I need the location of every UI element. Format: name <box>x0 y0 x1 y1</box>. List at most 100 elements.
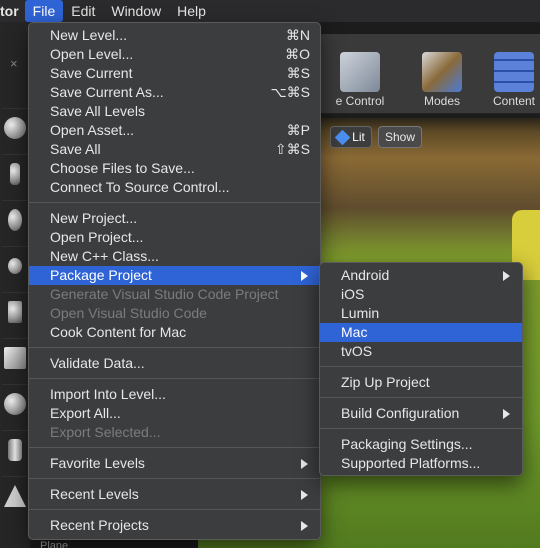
menu-item-connect-source-control[interactable]: Connect To Source Control... <box>29 178 320 197</box>
menu-item-recent-levels[interactable]: Recent Levels <box>29 485 320 504</box>
source-control-icon <box>340 52 380 92</box>
submenu-item-tvos[interactable]: tvOS <box>320 342 522 361</box>
submenu-item-supported-platforms[interactable]: Supported Platforms... <box>320 454 522 473</box>
menu-item-label: Connect To Source Control... <box>50 179 230 195</box>
mannequin-actor-icon[interactable] <box>2 154 28 192</box>
menu-item-label: Export All... <box>50 405 121 421</box>
window-menu-title[interactable]: Window <box>103 0 169 22</box>
menu-item-label: Save All Levels <box>50 103 145 119</box>
menu-bar: tor File Edit Window Help <box>0 0 540 22</box>
file-menu-title[interactable]: File <box>24 0 64 22</box>
submenu-item-lumin[interactable]: Lumin <box>320 304 522 323</box>
menu-item-label: New Level... <box>50 27 128 43</box>
submenu-arrow-icon <box>503 409 510 419</box>
shortcut: ⌥⌘S <box>270 84 310 100</box>
content-icon <box>494 52 534 92</box>
lit-cube-icon <box>334 129 351 145</box>
menu-item-label: Choose Files to Save... <box>50 160 195 176</box>
package-project-submenu: Android iOS Lumin Mac tvOS Zip Up Projec… <box>319 262 523 476</box>
cylinder-actor-icon[interactable] <box>2 430 28 468</box>
cone-actor-icon[interactable] <box>2 476 28 514</box>
submenu-item-ios[interactable]: iOS <box>320 285 522 304</box>
menu-item-open-asset[interactable]: Open Asset... ⌘P <box>29 121 320 140</box>
menu-item-open-project[interactable]: Open Project... <box>29 228 320 247</box>
submenu-item-build-configuration[interactable]: Build Configuration <box>320 404 522 423</box>
menu-item-package-project[interactable]: Package Project <box>29 266 320 285</box>
submenu-item-mac[interactable]: Mac <box>320 323 522 342</box>
menu-separator <box>320 366 522 367</box>
menu-item-label: Zip Up Project <box>341 374 430 390</box>
modes-button[interactable]: Modes <box>402 48 482 114</box>
menu-item-label: Packaging Settings... <box>341 436 473 452</box>
menu-item-label: Package Project <box>50 267 152 283</box>
player-start-icon[interactable] <box>2 292 28 330</box>
menu-separator <box>29 347 320 348</box>
menu-item-cook-content-mac[interactable]: Cook Content for Mac <box>29 323 320 342</box>
light-actor-icon[interactable] <box>2 246 28 284</box>
menu-item-save-current[interactable]: Save Current ⌘S <box>29 64 320 83</box>
menu-item-recent-projects[interactable]: Recent Projects <box>29 516 320 535</box>
menu-item-new-project[interactable]: New Project... <box>29 209 320 228</box>
show-button[interactable]: Show <box>378 126 422 148</box>
show-label: Show <box>384 130 416 144</box>
app-menu[interactable]: tor <box>0 0 25 22</box>
menu-item-export-selected: Export Selected... <box>29 423 320 442</box>
menu-separator <box>29 202 320 203</box>
close-tab-icon[interactable]: × <box>10 56 18 71</box>
content-button[interactable]: Content <box>484 48 540 114</box>
menu-item-save-all-levels[interactable]: Save All Levels <box>29 102 320 121</box>
source-control-label: e Control <box>335 94 385 108</box>
shortcut: ⇧⌘S <box>274 141 310 157</box>
shortcut: ⌘O <box>285 46 310 62</box>
menu-item-label: Export Selected... <box>50 424 161 440</box>
menu-item-label: Android <box>341 267 390 283</box>
menu-item-import-into-level[interactable]: Import Into Level... <box>29 385 320 404</box>
menu-item-label: Save Current As... <box>50 84 164 100</box>
menu-item-export-all[interactable]: Export All... <box>29 404 320 423</box>
menu-item-label: Open Asset... <box>50 122 135 138</box>
modes-label: Modes <box>423 94 461 108</box>
menu-item-label: Recent Projects <box>50 517 149 533</box>
modes-icon <box>422 52 462 92</box>
cube-actor-icon[interactable] <box>2 338 28 376</box>
menu-item-label: Mac <box>341 324 368 340</box>
plane-label: Plane <box>40 540 69 548</box>
menu-separator <box>29 509 320 510</box>
submenu-item-packaging-settings[interactable]: Packaging Settings... <box>320 435 522 454</box>
menu-item-label: Open Visual Studio Code <box>50 305 207 321</box>
sphere-shape-icon[interactable] <box>2 384 28 422</box>
lit-mode-button[interactable]: Lit <box>330 126 372 148</box>
pawn-actor-icon[interactable] <box>2 200 28 238</box>
shortcut: ⌘P <box>286 122 310 138</box>
menu-separator <box>29 478 320 479</box>
menu-item-label: Open Project... <box>50 229 144 245</box>
menu-separator <box>320 397 522 398</box>
menu-item-new-cpp-class[interactable]: New C++ Class... <box>29 247 320 266</box>
menu-item-save-all[interactable]: Save All ⇧⌘S <box>29 140 320 159</box>
submenu-item-android[interactable]: Android <box>320 266 522 285</box>
menu-item-favorite-levels[interactable]: Favorite Levels <box>29 454 320 473</box>
menu-item-choose-files-to-save[interactable]: Choose Files to Save... <box>29 159 320 178</box>
menu-item-label: Lumin <box>341 305 380 321</box>
submenu-arrow-icon <box>301 490 308 500</box>
edit-menu-title[interactable]: Edit <box>63 0 103 22</box>
help-menu-title[interactable]: Help <box>169 0 214 22</box>
submenu-arrow-icon <box>301 271 308 281</box>
menu-item-label: Open Level... <box>50 46 134 62</box>
source-control-button[interactable]: e Control <box>320 48 400 114</box>
place-actors-panel <box>0 22 30 548</box>
menu-item-save-current-as[interactable]: Save Current As... ⌥⌘S <box>29 83 320 102</box>
menu-item-validate-data[interactable]: Validate Data... <box>29 354 320 373</box>
submenu-arrow-icon <box>503 271 510 281</box>
menu-item-label: Cook Content for Mac <box>50 324 187 340</box>
submenu-item-zip-up-project[interactable]: Zip Up Project <box>320 373 522 392</box>
menu-item-new-level[interactable]: New Level... ⌘N <box>29 26 320 45</box>
menu-item-label: Supported Platforms... <box>341 455 481 471</box>
menu-item-open-level[interactable]: Open Level... ⌘O <box>29 45 320 64</box>
submenu-arrow-icon <box>301 521 308 531</box>
sphere-actor-icon[interactable] <box>2 108 28 146</box>
menu-item-label: Recent Levels <box>50 486 139 502</box>
content-label: Content <box>492 94 536 108</box>
menu-item-open-vscode: Open Visual Studio Code <box>29 304 320 323</box>
menu-item-label: Generate Visual Studio Code Project <box>50 286 279 302</box>
